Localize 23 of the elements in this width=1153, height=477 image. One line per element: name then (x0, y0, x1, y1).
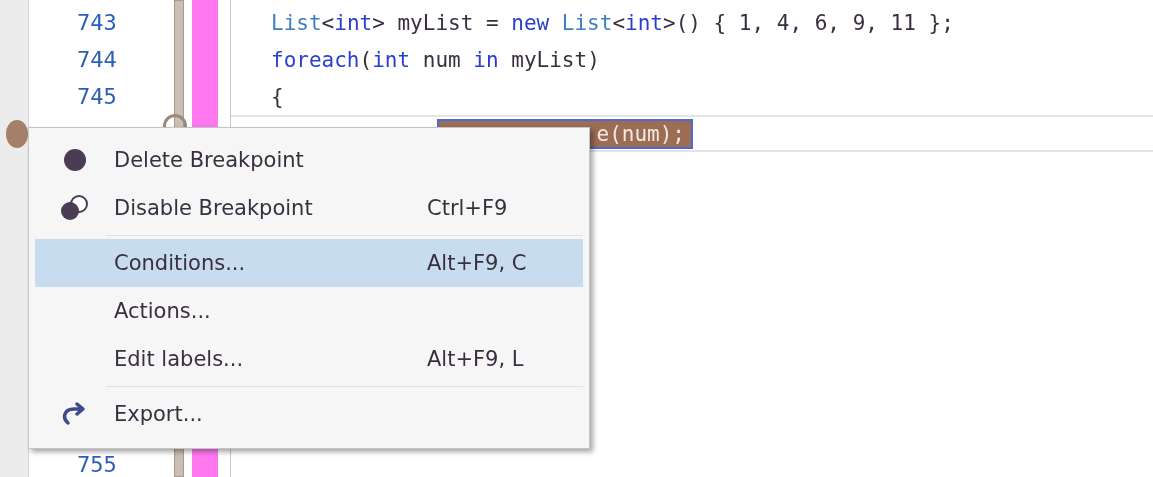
code-line: { (271, 84, 284, 109)
menu-item[interactable]: Export... (35, 390, 583, 438)
menu-label: Disable Breakpoint (114, 196, 314, 220)
menu-item[interactable]: Conditions... Alt+F9, C (35, 239, 583, 287)
filled-circle-icon (62, 148, 87, 172)
menu-label: Actions... (114, 299, 212, 323)
code-line: foreach(int num in myList) (271, 47, 600, 72)
menu-item[interactable]: Disable Breakpoint Ctrl+F9 (35, 184, 583, 232)
menu-label: Delete Breakpoint (114, 148, 305, 172)
menu-label: Conditions... (114, 251, 247, 275)
line-number: 745 (77, 84, 117, 109)
shortcut-text: Alt+F9, C (427, 251, 527, 275)
line-number: 755 (77, 452, 117, 477)
circles-icon (59, 195, 90, 221)
shortcut-text: Ctrl+F9 (427, 196, 508, 220)
menu-label: Export... (114, 402, 204, 426)
menu-item[interactable]: Edit labels... Alt+F9, L (35, 335, 583, 383)
menu-label: Edit labels... (114, 347, 245, 371)
menu-item[interactable]: Actions... (35, 287, 583, 335)
line-number: 743 (77, 10, 117, 35)
line-number: 744 (77, 47, 117, 72)
shortcut-text: Alt+F9, L (427, 347, 524, 371)
code-line: List<int> myList = new List<int>() { 1, 4, 6, 9, 11 }; (271, 10, 954, 35)
